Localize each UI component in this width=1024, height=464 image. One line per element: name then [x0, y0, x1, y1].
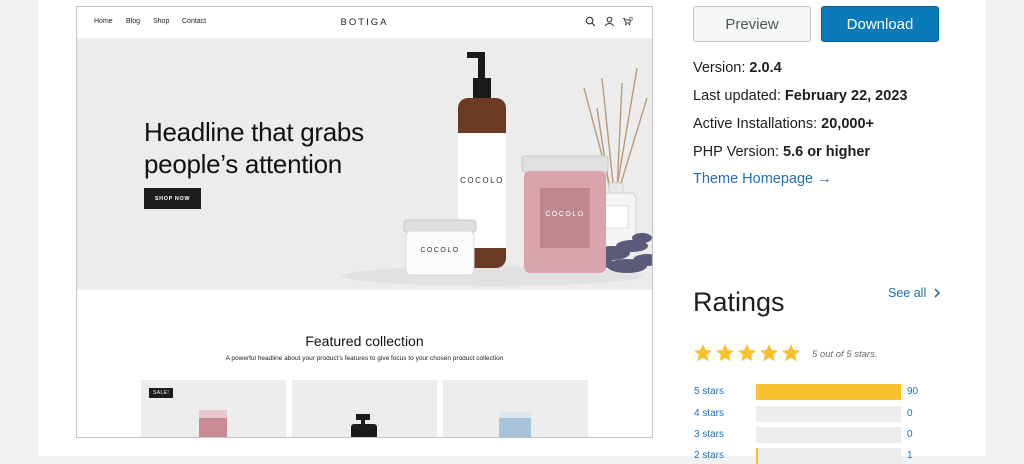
rating-bar-2-stars [756, 448, 901, 464]
chevron-right-icon [934, 288, 940, 298]
star-icon [694, 344, 712, 362]
star-icon [760, 344, 778, 362]
rating-count-4-stars[interactable]: 0 [907, 408, 913, 419]
last-updated-value: February 22, 2023 [784, 88, 908, 104]
active-installations-info: Active Installations: 20,000+ [693, 116, 874, 132]
theme-hero: Headline that grabs people’s attention S… [77, 38, 652, 290]
hero-shop-now-button: SHOP NOW [144, 188, 201, 209]
cream-jar-label: COCOLO [420, 247, 459, 254]
product-card [443, 380, 588, 437]
theme-homepage-link[interactable]: Theme Homepage → [693, 171, 832, 187]
sale-badge: SALE! [149, 388, 174, 398]
theme-brand-logo: BOTIGA [340, 17, 389, 28]
php-version-value: 5.6 or higher [783, 144, 871, 160]
product-image [351, 414, 377, 437]
rating-label-4-stars[interactable]: 4 stars [694, 408, 724, 419]
pump-bottle-label: COCOLO [460, 176, 504, 185]
star-icon [782, 344, 800, 362]
hero-product-image: COCOLO COCOLO COCOLO [342, 52, 652, 286]
pink-jar-label: COCOLO [545, 211, 584, 218]
rating-summary: 5 out of 5 stars. [812, 349, 878, 360]
version-value: 2.0.4 [749, 60, 782, 76]
featured-collection-title: Featured collection [305, 333, 424, 349]
rating-bar-fill [756, 384, 901, 400]
cart-icon: 0 [622, 16, 633, 26]
rating-label-3-stars[interactable]: 3 stars [694, 429, 724, 440]
rating-count-3-stars[interactable]: 0 [907, 429, 913, 440]
active-installations-value: 20,000+ [821, 116, 874, 132]
rating-bar-5-stars [756, 384, 901, 400]
search-icon [585, 16, 596, 27]
featured-collection-subtitle: A powerful headline about your product’s… [225, 355, 504, 362]
star-rating [693, 343, 801, 363]
version-info: Version: 2.0.4 [693, 60, 782, 76]
star-icon [716, 344, 734, 362]
download-button[interactable]: Download [821, 6, 939, 42]
product-card: SALE! [141, 380, 286, 437]
rating-bar-fill [756, 448, 758, 464]
theme-nav-bar: Home Blog Shop Contact BOTIGA 0 [77, 7, 652, 38]
product-card [292, 380, 437, 437]
rating-count-5-stars[interactable]: 90 [907, 386, 918, 397]
star-icon [738, 344, 756, 362]
user-icon [604, 16, 615, 27]
ratings-heading: Ratings [693, 287, 785, 317]
see-all-ratings-link[interactable]: See all [888, 286, 941, 300]
rating-bar-4-stars [756, 406, 901, 422]
last-updated-info: Last updated: February 22, 2023 [693, 88, 908, 104]
rating-label-5-stars[interactable]: 5 stars [694, 386, 724, 397]
php-version-info: PHP Version: 5.6 or higher [693, 144, 871, 160]
rating-bar-3-stars [756, 427, 901, 443]
product-image [499, 412, 531, 437]
preview-button[interactable]: Preview [693, 6, 811, 42]
theme-screenshot: Home Blog Shop Contact BOTIGA 0 Headline… [76, 6, 653, 438]
